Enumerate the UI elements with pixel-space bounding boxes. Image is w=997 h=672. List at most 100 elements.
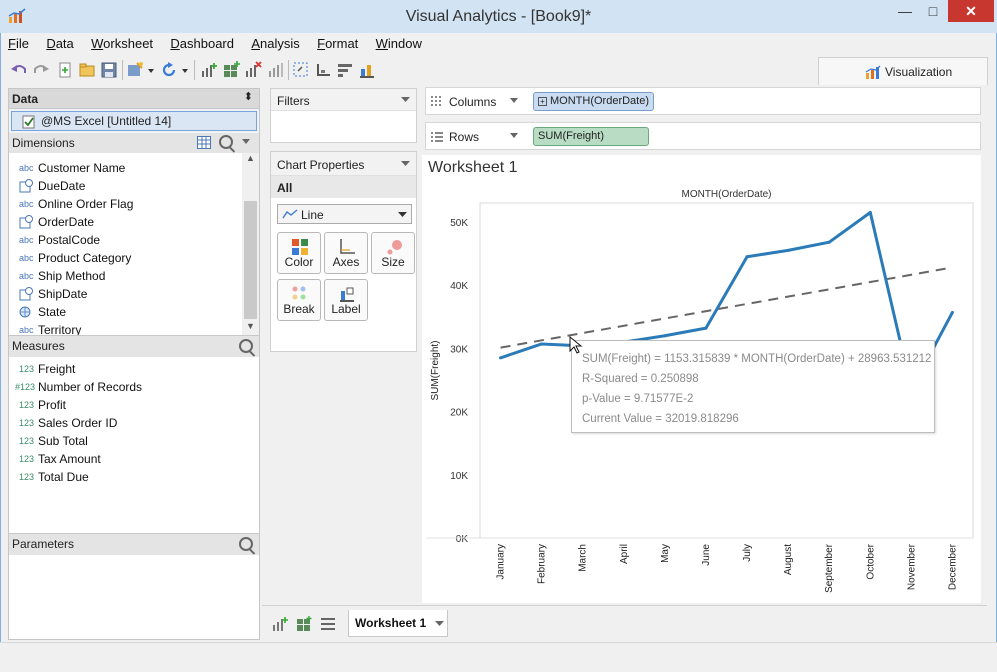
tab-worksheet-1[interactable]: Worksheet 1 [348,610,448,637]
break-button[interactable]: Break [277,279,321,321]
dimension-item[interactable]: abc Territory [9,321,239,335]
measure-item[interactable]: 123 Freight [9,360,239,378]
sheet-list-icon[interactable] [320,617,336,631]
x-tick-label: April [619,544,630,564]
dimension-item[interactable]: abc Product Category [9,249,239,267]
calculated-number-icon: #123 [15,382,36,392]
menu-analysis[interactable]: Analysis [251,36,299,51]
close-button[interactable]: ✕ [948,0,994,22]
menu-file[interactable]: File [8,36,29,51]
chevron-down-icon[interactable] [510,133,518,138]
chevron-down-icon[interactable] [510,98,518,103]
new-dashboard-icon[interactable] [296,616,312,632]
color-palette-icon [292,239,308,255]
dimensions-list: abc Customer Name DueDate abc Online Order… [9,153,259,335]
measure-item[interactable]: 123 Sales Order ID [9,414,239,432]
dimension-item[interactable]: OrderDate [9,213,239,231]
dimension-item[interactable]: abc Online Order Flag [9,195,239,213]
dimension-item[interactable]: abc Ship Method [9,267,239,285]
sort-ascending-icon[interactable] [314,61,332,79]
label-button[interactable]: Label [324,279,368,321]
size-button[interactable]: Size [371,232,415,274]
chevron-down-icon[interactable] [435,621,444,627]
date-field-icon [19,287,33,301]
data-point [950,310,954,314]
number-field-icon: 123 [19,472,35,482]
text-field-icon: abc [19,271,34,281]
refresh-icon[interactable] [160,61,178,79]
menu-worksheet[interactable]: Worksheet [91,36,153,51]
new-dashboard-icon[interactable] [222,61,240,79]
window-title: Visual Analytics - [Book9]* [405,8,592,25]
chevron-down-icon[interactable] [401,161,410,167]
measure-item[interactable]: 123 Sub Total [9,432,239,450]
tooltip-p-value: p-Value = 9.71577E-2 [582,393,694,405]
lasso-select-icon[interactable] [292,61,310,79]
x-tick-label: August [783,544,794,575]
color-button[interactable]: Color [277,232,321,274]
dimension-item[interactable]: State [9,303,239,321]
columns-pill[interactable]: + MONTH(OrderDate) [533,92,655,111]
menu-window[interactable]: Window [376,36,422,51]
new-file-icon[interactable] [56,61,74,79]
dimension-item[interactable]: abc Customer Name [9,159,239,177]
measure-item[interactable]: 123 Tax Amount [9,450,239,468]
scroll-up-icon[interactable]: ▲ [242,153,259,167]
minimize-button[interactable]: — [892,0,918,22]
x-tick-label: November [906,543,917,590]
dimensions-scrollbar[interactable]: ▲ ▼ [242,153,259,335]
chevron-down-icon[interactable] [180,61,190,79]
table-view-icon[interactable] [197,136,211,149]
menu-dashboard[interactable]: Dashboard [170,36,234,51]
visualization-icon [865,65,881,79]
data-point [663,334,667,338]
duplicate-sheet-icon[interactable] [266,61,284,79]
chevron-down-icon[interactable] [146,61,156,79]
search-icon[interactable] [219,135,233,149]
parameters-header: Parameters [9,533,259,555]
measure-item[interactable]: 123 Total Due [9,468,239,486]
mark-type-select[interactable]: Line [277,204,412,224]
redo-icon[interactable] [32,61,50,79]
filters-header: Filters [271,89,416,111]
scope-tab[interactable]: All [271,176,416,198]
dimension-item[interactable]: abc PostalCode [9,231,239,249]
dimension-item[interactable]: DueDate [9,177,239,195]
data-panel-header: Data ⬍ [9,89,259,109]
number-field-icon: 123 [19,400,35,410]
data-wizard-icon[interactable] [126,61,144,79]
columns-shelf: Columns + MONTH(OrderDate) [425,87,981,115]
sort-descending-icon[interactable] [336,61,354,79]
chart-properties-card: Chart Properties All Line Color Axes Siz… [270,151,417,352]
visualization-tab[interactable]: Visualization [818,57,988,85]
measure-item[interactable]: 123 Profit [9,396,239,414]
search-icon[interactable] [239,339,253,353]
scroll-down-icon[interactable]: ▼ [242,321,259,335]
save-icon[interactable] [100,61,118,79]
show-labels-icon[interactable] [358,61,376,79]
dimension-item[interactable]: ShipDate [9,285,239,303]
data-source-label: @MS Excel [Untitled 14] [41,114,172,128]
menu-data[interactable]: Data [46,36,73,51]
expand-icon[interactable]: + [538,96,547,106]
maximize-button[interactable]: □ [920,0,946,22]
new-worksheet-icon[interactable] [200,61,218,79]
chart-properties-header: Chart Properties [271,152,416,176]
collapse-arrows-icon[interactable]: ⬍ [244,90,253,103]
toolbar [8,58,408,82]
number-field-icon: 123 [19,436,35,446]
clear-sheet-icon[interactable] [244,61,262,79]
menu-format[interactable]: Format [317,36,358,51]
data-source-item[interactable]: @MS Excel [Untitled 14] [11,111,257,131]
search-icon[interactable] [239,537,253,551]
chevron-down-icon[interactable] [401,97,410,103]
worksheet-title: Worksheet 1 [428,159,518,176]
open-folder-icon[interactable] [78,61,96,79]
axes-button[interactable]: Axes [324,232,368,274]
chevron-down-icon[interactable] [241,139,251,145]
undo-icon[interactable] [10,61,28,79]
rows-pill[interactable]: SUM(Freight) [533,127,649,146]
new-worksheet-icon[interactable] [272,616,288,632]
measure-item[interactable]: #123 Number of Records [9,378,239,396]
scrollbar-thumb[interactable] [244,201,257,319]
